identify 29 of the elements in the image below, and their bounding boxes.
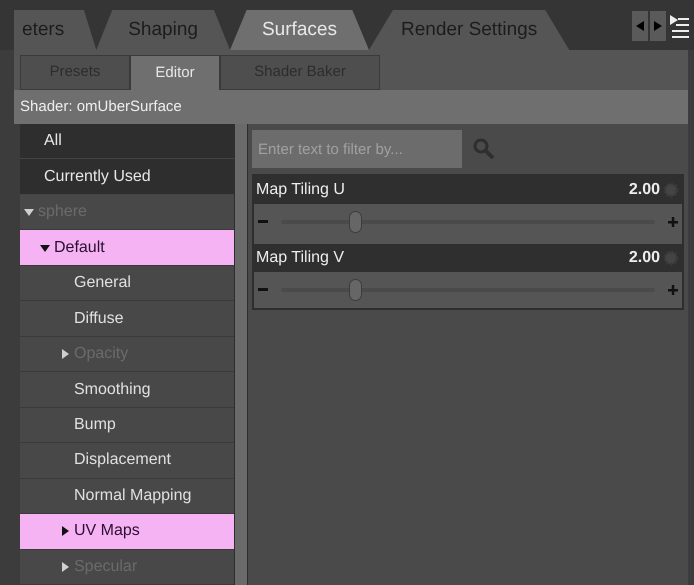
- expanded-icon[interactable]: [24, 207, 34, 218]
- slider-thumb[interactable]: [348, 279, 362, 301]
- left-arrow-icon: [636, 21, 644, 31]
- tab[interactable]: Surfaces: [230, 10, 369, 50]
- expanded-icon[interactable]: [40, 242, 50, 253]
- tree-item[interactable]: UV Maps: [20, 514, 234, 550]
- search-icon[interactable]: [472, 137, 496, 161]
- plus-icon[interactable]: [668, 217, 678, 227]
- property-value[interactable]: 2.00: [628, 246, 660, 270]
- menu-icon[interactable]: [668, 13, 690, 39]
- collapsed-icon[interactable]: [60, 562, 70, 572]
- filter-item[interactable]: Currently Used: [20, 159, 234, 195]
- right-arrow-icon: [654, 21, 662, 31]
- tree-item[interactable]: Default: [20, 230, 234, 266]
- plus-icon[interactable]: [668, 285, 678, 295]
- property-value[interactable]: 2.00: [628, 178, 660, 202]
- splitter[interactable]: [234, 124, 248, 585]
- slider-thumb[interactable]: [348, 211, 362, 233]
- subtab[interactable]: Editor: [130, 55, 220, 90]
- tree-item[interactable]: Normal Mapping: [20, 478, 234, 514]
- scroll-left-button[interactable]: [632, 11, 648, 41]
- minus-icon[interactable]: [258, 288, 268, 292]
- minus-icon[interactable]: [258, 220, 268, 224]
- property-name: Map Tiling U: [256, 180, 346, 200]
- property-name: Map Tiling V: [256, 248, 346, 268]
- collapsed-icon[interactable]: [60, 526, 70, 536]
- filter-item[interactable]: All: [20, 124, 234, 160]
- collapsed-icon[interactable]: [60, 349, 70, 360]
- shader-label: Shader: omUberSurface: [20, 96, 182, 117]
